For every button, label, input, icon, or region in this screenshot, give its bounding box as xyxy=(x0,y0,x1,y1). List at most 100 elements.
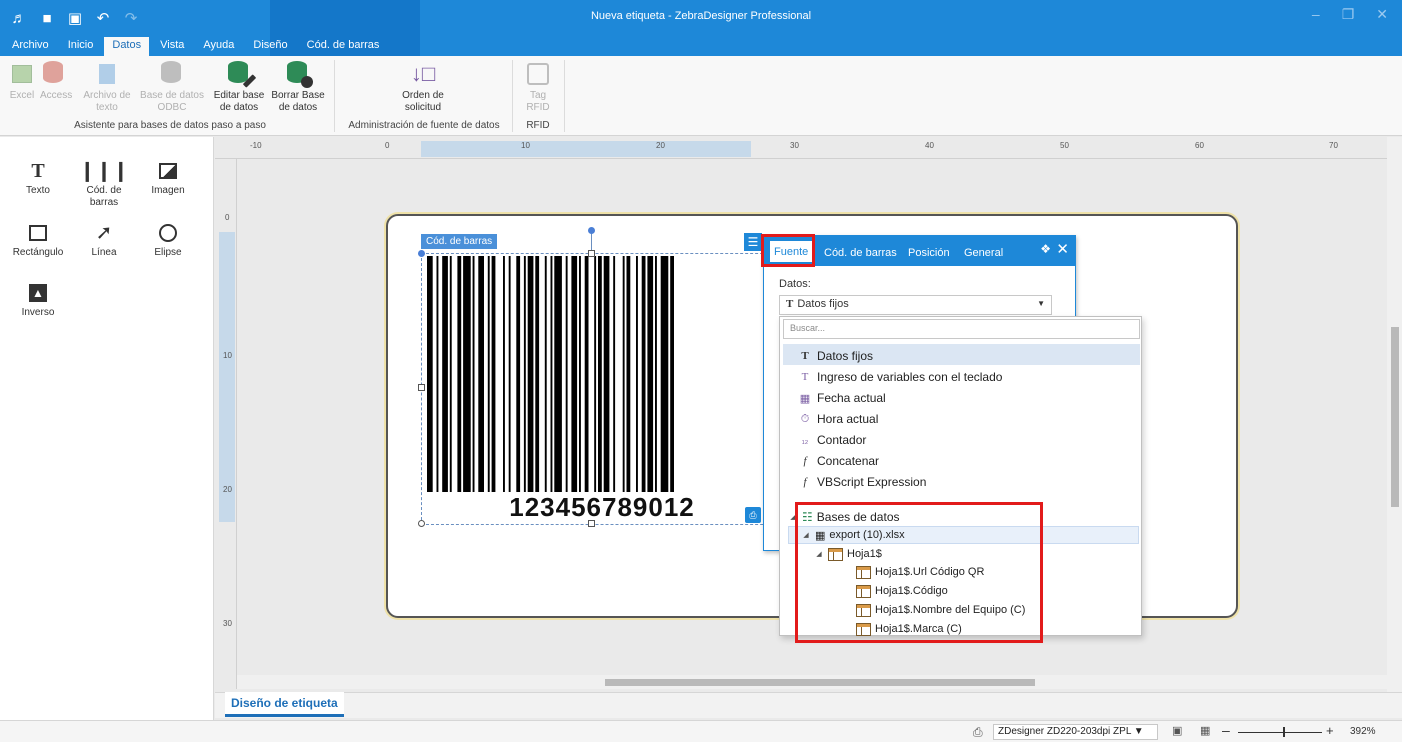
fit-to-window-icon[interactable]: ▣ xyxy=(1172,724,1182,737)
tool-inverso[interactable]: ▲ Inverso xyxy=(5,279,71,319)
barcode-bar xyxy=(670,256,674,492)
tab-ayuda[interactable]: Ayuda xyxy=(195,37,242,56)
odbc-icon xyxy=(136,58,208,90)
base-de-datos-odbc-button[interactable]: Base de datos ODBC xyxy=(136,58,208,114)
keyboard-input-icon: T xyxy=(801,371,809,383)
rfid-icon xyxy=(518,58,558,90)
barcode-bar xyxy=(544,256,547,492)
prop-tab-general[interactable]: General xyxy=(964,247,1003,259)
printer-icon[interactable]: ⎙ xyxy=(973,725,983,740)
barcode-bar xyxy=(554,256,562,492)
tag-rfid-button[interactable]: Tag RFID xyxy=(518,58,558,114)
tab-inicio[interactable]: Inicio xyxy=(60,37,102,56)
tab-diseno-de-etiqueta[interactable]: Diseño de etiqueta xyxy=(225,692,344,717)
maximize-icon[interactable]: ❐ xyxy=(1342,6,1355,23)
tool-texto[interactable]: T Texto xyxy=(5,157,71,197)
tool-linea[interactable]: ➚ Línea xyxy=(71,219,137,259)
barcode-bar xyxy=(427,256,433,492)
window-title: Nueva etiqueta - ZebraDesigner Professio… xyxy=(590,10,812,22)
ruler-label: 30 xyxy=(223,619,232,628)
zoom-in-icon[interactable]: + xyxy=(1326,723,1334,738)
group-rfid-label: RFID xyxy=(526,120,550,131)
tool-rectangulo[interactable]: Rectángulo xyxy=(5,219,71,259)
tab-vista[interactable]: Vista xyxy=(152,37,192,56)
highlight-fuente-tab xyxy=(761,234,815,267)
ruler-top-highlight xyxy=(421,141,751,157)
orden-de-solicitud-button[interactable]: ↓□ Orden de solicitud xyxy=(390,58,456,114)
barcode-bar xyxy=(598,256,602,492)
tab-datos[interactable]: Datos xyxy=(104,37,150,56)
group-administracion-label: Administración de fuente de datos xyxy=(348,120,500,131)
barcode-bar xyxy=(527,256,534,492)
barcode-bar xyxy=(449,256,452,492)
access-button[interactable]: Access xyxy=(40,58,72,102)
archivo-de-texto-button[interactable]: Archivo de texto xyxy=(80,58,134,114)
barcode-bar xyxy=(503,256,505,492)
barcode-bar xyxy=(463,256,471,492)
ruler-label: 10 xyxy=(223,351,232,360)
resize-handle[interactable] xyxy=(418,520,425,527)
borrar-base-de-datos-button[interactable]: Borrar Base de datos xyxy=(268,58,328,114)
tool-elipse[interactable]: Elipse xyxy=(135,219,201,259)
option-ingreso-variables[interactable]: T Ingreso de variables con el teclado xyxy=(783,365,1140,386)
datos-source-combo[interactable]: T Datos fijos ▼ xyxy=(779,295,1052,315)
tab-cod-de-barras[interactable]: Cód. de barras xyxy=(299,37,388,56)
zoom-slider-thumb[interactable] xyxy=(1283,727,1286,737)
excel-button[interactable]: Excel xyxy=(8,58,36,102)
prop-tab-cod-de-barras[interactable]: Cód. de barras xyxy=(824,247,897,259)
tab-diseno[interactable]: Diseño xyxy=(245,37,295,56)
editar-base-de-datos-button[interactable]: Editar base de datos xyxy=(210,58,268,114)
horizontal-scroll-thumb[interactable] xyxy=(605,679,1035,686)
ruler-label: 20 xyxy=(656,141,665,150)
vertical-scroll-thumb[interactable] xyxy=(1391,327,1399,507)
horizontal-scrollbar[interactable] xyxy=(237,675,1387,689)
tool-cod-de-barras[interactable]: ❙❙❙ Cód. de barras xyxy=(71,157,137,209)
zoom-slider[interactable] xyxy=(1238,732,1322,733)
text-tool-icon: T xyxy=(31,160,45,182)
resize-handle[interactable] xyxy=(588,520,595,527)
option-vbscript-expression[interactable]: f VBScript Expression xyxy=(783,470,1140,491)
vertical-scrollbar[interactable] xyxy=(1387,137,1402,692)
barcode-bar xyxy=(508,256,511,492)
ruler-label: 10 xyxy=(521,141,530,150)
barcode-bar xyxy=(472,256,475,492)
barcode-object[interactable]: 123456789012 xyxy=(418,250,798,527)
resize-handle[interactable] xyxy=(418,384,425,391)
ruler-label: -10 xyxy=(250,141,262,150)
object-print-icon[interactable]: ⎙ xyxy=(745,507,761,523)
barcode-bar xyxy=(571,256,578,492)
prop-tab-posicion[interactable]: Posición xyxy=(908,247,950,259)
fixed-data-icon: T xyxy=(786,298,794,310)
line-tool-icon: ➚ xyxy=(95,222,113,244)
ribbon-separator xyxy=(512,60,513,132)
option-fecha-actual[interactable]: ▦ Fecha actual xyxy=(783,386,1140,407)
barcode-bar xyxy=(660,256,669,492)
ruler-label: 40 xyxy=(925,141,934,150)
tab-archivo[interactable]: Archivo xyxy=(4,37,57,56)
option-concatenar[interactable]: f Concatenar xyxy=(783,449,1140,470)
barcode-bar xyxy=(622,256,625,492)
barcode-bar xyxy=(487,256,490,492)
close-icon[interactable]: ✕ xyxy=(1056,240,1069,258)
minimize-icon[interactable]: – xyxy=(1312,6,1320,23)
barcode-bar xyxy=(655,256,657,492)
counter-icon: ₁₂ xyxy=(801,435,809,445)
option-datos-fijos[interactable]: T Datos fijos xyxy=(783,344,1140,365)
resize-handle[interactable] xyxy=(588,250,595,257)
object-menu-icon[interactable]: ☰ xyxy=(744,233,762,251)
ruler-label: 0 xyxy=(225,213,230,222)
barcode-bar xyxy=(535,256,540,492)
rotation-handle[interactable] xyxy=(588,227,595,234)
dropdown-search-input[interactable]: Buscar... xyxy=(783,319,1140,339)
option-contador[interactable]: ₁₂ Contador xyxy=(783,428,1140,449)
option-hora-actual[interactable]: ⏱ Hora actual xyxy=(783,407,1140,428)
chevron-down-icon: ▼ xyxy=(1037,299,1045,308)
printer-select[interactable]: ZDesigner ZD220-203dpi ZPL ▼ xyxy=(993,724,1158,740)
resize-handle[interactable] xyxy=(418,250,425,257)
inverse-tool-icon: ▲ xyxy=(5,279,71,307)
tool-imagen[interactable]: Imagen xyxy=(135,157,201,197)
fit-to-page-icon[interactable]: ▦ xyxy=(1200,724,1210,737)
pin-icon[interactable]: ❖ xyxy=(1040,242,1051,256)
close-window-icon[interactable]: ✕ xyxy=(1376,6,1388,23)
zoom-out-icon[interactable]: – xyxy=(1222,722,1230,738)
